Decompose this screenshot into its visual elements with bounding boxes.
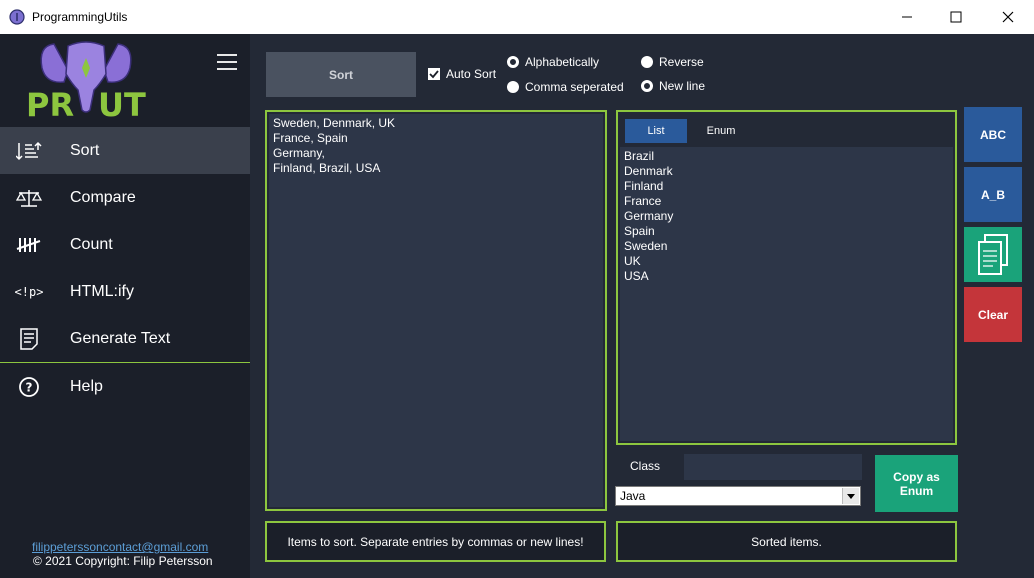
html-tag-icon: <!p> bbox=[14, 284, 44, 299]
copyright-text: © 2021 Copyright: Filip Petersson bbox=[33, 554, 213, 568]
menu-icon[interactable] bbox=[217, 54, 239, 72]
sidebar-item-label: Sort bbox=[70, 141, 100, 159]
radio-alphabetically[interactable] bbox=[507, 56, 519, 68]
contact-email-link[interactable]: filippeterssoncontact@gmail.com bbox=[32, 540, 208, 554]
sidebar-item-htmlify[interactable]: <!p> HTML:ify bbox=[0, 268, 250, 315]
tab-enum[interactable]: Enum bbox=[690, 119, 752, 143]
radio-new-line-label: New line bbox=[659, 79, 706, 93]
sidebar-item-label: Count bbox=[70, 235, 113, 253]
sidebar-item-count[interactable]: Count bbox=[0, 221, 250, 268]
minimize-button[interactable] bbox=[882, 0, 932, 34]
sidebar-item-label: Compare bbox=[70, 188, 136, 206]
maximize-button[interactable] bbox=[931, 0, 981, 34]
scale-icon bbox=[15, 184, 43, 212]
sort-button[interactable]: Sort bbox=[266, 52, 416, 97]
copy-button[interactable] bbox=[964, 227, 1022, 282]
language-select[interactable]: Java bbox=[615, 486, 861, 506]
input-status: Items to sort. Separate entries by comma… bbox=[265, 521, 606, 562]
class-label: Class bbox=[630, 459, 661, 473]
copy-icon bbox=[978, 233, 1008, 275]
radio-new-line[interactable] bbox=[641, 80, 653, 92]
sidebar-item-label: Generate Text bbox=[70, 329, 171, 347]
underscore-button[interactable]: A_B bbox=[964, 167, 1022, 222]
sidebar-item-generate-text[interactable]: Generate Text bbox=[0, 315, 250, 362]
minimize-icon bbox=[902, 16, 912, 18]
sidebar-item-label: Help bbox=[70, 377, 103, 395]
radio-comma-separated-label: Comma seperated bbox=[525, 80, 624, 94]
app-icon bbox=[9, 9, 25, 25]
sidebar-item-sort[interactable]: Sort bbox=[0, 127, 250, 174]
close-button[interactable] bbox=[983, 0, 1033, 34]
tab-list[interactable]: List bbox=[625, 119, 687, 143]
input-textarea[interactable]: Sweden, Denmark, UK France, Spain German… bbox=[269, 114, 603, 507]
output-textarea[interactable]: Brazil Denmark Finland France Germany Sp… bbox=[620, 147, 953, 441]
sort-alphabetical-button[interactable]: ABC bbox=[964, 107, 1022, 162]
radio-reverse-label: Reverse bbox=[659, 55, 704, 69]
output-status: Sorted items. bbox=[616, 521, 957, 562]
maximize-icon bbox=[950, 11, 962, 23]
sidebar-item-compare[interactable]: Compare bbox=[0, 174, 250, 221]
document-icon bbox=[15, 325, 43, 353]
logo-text-right: UT bbox=[98, 86, 146, 120]
chevron-down-icon[interactable] bbox=[842, 488, 859, 504]
tally-icon bbox=[15, 231, 43, 259]
radio-alphabetically-label: Alphabetically bbox=[525, 55, 600, 69]
sort-icon bbox=[15, 137, 43, 165]
radio-comma-separated[interactable] bbox=[507, 81, 519, 93]
help-icon: ? bbox=[15, 373, 43, 401]
window-title: ProgrammingUtils bbox=[32, 10, 128, 24]
copy-as-enum-button[interactable]: Copy as Enum bbox=[875, 455, 958, 512]
class-input[interactable] bbox=[684, 454, 862, 480]
sidebar-item-help[interactable]: ? Help bbox=[0, 363, 250, 410]
clear-button[interactable]: Clear bbox=[964, 287, 1022, 342]
logo-text-left: PR bbox=[26, 86, 74, 120]
title-bar: ProgrammingUtils bbox=[0, 0, 1034, 34]
svg-text:?: ? bbox=[26, 380, 33, 394]
sidebar-item-label: HTML:ify bbox=[70, 282, 134, 300]
checkmark-icon bbox=[429, 70, 439, 79]
auto-sort-label: Auto Sort bbox=[446, 67, 497, 81]
logo: PR UT bbox=[26, 41, 146, 120]
output-panel: List Enum Brazil Denmark Finland France … bbox=[616, 110, 957, 445]
close-icon bbox=[1002, 11, 1014, 23]
radio-reverse[interactable] bbox=[641, 56, 653, 68]
sidebar: PR UT Sort Compare Count <!p> HTML:ify G… bbox=[0, 34, 250, 578]
auto-sort-checkbox[interactable] bbox=[428, 68, 440, 80]
input-panel: Sweden, Denmark, UK France, Spain German… bbox=[265, 110, 607, 511]
language-select-value: Java bbox=[620, 489, 646, 503]
